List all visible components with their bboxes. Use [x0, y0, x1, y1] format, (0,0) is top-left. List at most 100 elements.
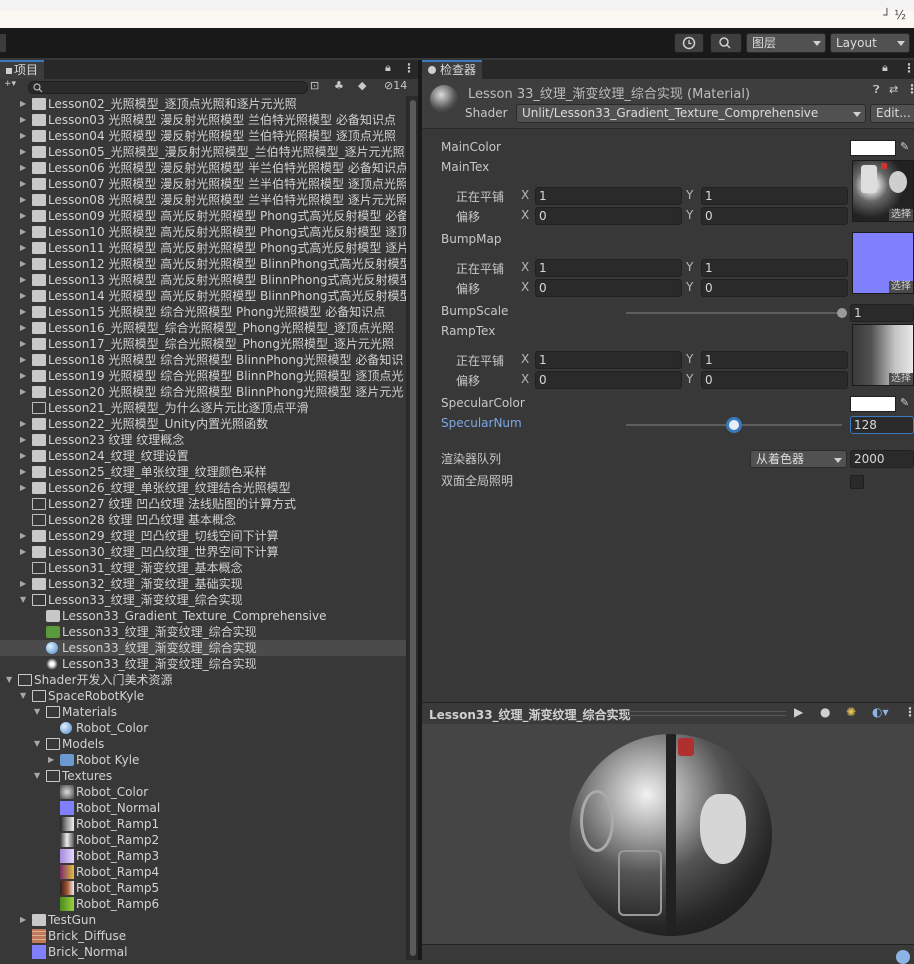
- tree-item[interactable]: ▼ Materials: [0, 704, 406, 720]
- collapsed-arrow-icon[interactable]: ▶: [20, 320, 26, 336]
- maintex-offset-y[interactable]: 0: [701, 207, 848, 225]
- bumpscale-slider-thumb[interactable]: [837, 308, 847, 318]
- tree-item[interactable]: ▶ Lesson15 光照模型 综合光照模型 Phong光照模型 必备知识点: [0, 304, 406, 320]
- project-search-input[interactable]: [28, 81, 308, 94]
- help-icon[interactable]: ❓︎: [873, 83, 880, 97]
- collapsed-arrow-icon[interactable]: ▶: [20, 352, 26, 368]
- preview-lights-icon[interactable]: ✺: [846, 705, 856, 719]
- collapsed-arrow-icon[interactable]: ▶: [20, 192, 26, 208]
- tree-item[interactable]: ▶ Lesson30_纹理_凹凸纹理_世界空间下计算: [0, 544, 406, 560]
- search-button[interactable]: [710, 33, 742, 53]
- more-menu-icon[interactable]: ⋮: [903, 61, 914, 75]
- tree-item[interactable]: ▼ Models: [0, 736, 406, 752]
- more-menu-icon[interactable]: ⋮: [403, 61, 415, 75]
- tree-item[interactable]: ▼ Lesson33_纹理_渐变纹理_综合实现: [0, 592, 406, 608]
- bumpscale-field[interactable]: 1: [850, 304, 914, 322]
- expanded-arrow-icon[interactable]: ▼: [20, 592, 26, 608]
- layout-dropdown[interactable]: Layout: [830, 33, 910, 53]
- expanded-arrow-icon[interactable]: ▼: [34, 736, 40, 752]
- ramptex-offset-x[interactable]: 0: [535, 371, 682, 389]
- maincolor-swatch[interactable]: [850, 140, 896, 156]
- bumpmap-tiling-y[interactable]: 1: [701, 259, 848, 277]
- tree-item[interactable]: ▶ Lesson10 光照模型 高光反射光照模型 Phong式高光反射模型 逐顶: [0, 224, 406, 240]
- lock-icon[interactable]: 🔒︎: [385, 61, 391, 75]
- collapsed-arrow-icon[interactable]: ▶: [20, 144, 26, 160]
- eyedropper-icon[interactable]: ✎: [900, 140, 909, 153]
- context-menu-icon[interactable]: ⋮: [906, 82, 914, 96]
- expanded-arrow-icon[interactable]: ▼: [6, 672, 12, 688]
- tree-item[interactable]: Lesson31_纹理_渐变纹理_基本概念: [0, 560, 406, 576]
- tree-item[interactable]: ▶ Lesson18 光照模型 综合光照模型 BlinnPhong光照模型 必备知…: [0, 352, 406, 368]
- tree-item[interactable]: ▶ Lesson20 光照模型 综合光照模型 BlinnPhong光照模型 逐片元…: [0, 384, 406, 400]
- select-texture-button[interactable]: 选择: [889, 209, 913, 221]
- tree-item[interactable]: Lesson33_Gradient_Texture_Comprehensive: [0, 608, 406, 624]
- collapsed-arrow-icon[interactable]: ▶: [20, 544, 26, 560]
- preview-drag-handle[interactable]: [626, 711, 786, 716]
- collapsed-arrow-icon[interactable]: ▶: [20, 576, 26, 592]
- tree-item[interactable]: ▶ Lesson19 光照模型 综合光照模型 BlinnPhong光照模型 逐顶点…: [0, 368, 406, 384]
- tree-item[interactable]: Lesson33_纹理_渐变纹理_综合实现: [0, 656, 406, 672]
- collapsed-arrow-icon[interactable]: ▶: [20, 288, 26, 304]
- label-filter-icon[interactable]: ◆: [358, 79, 366, 92]
- renderqueue-field[interactable]: 2000: [850, 450, 914, 468]
- tree-item[interactable]: ▼ Shader开发入门美术资源: [0, 672, 406, 688]
- tree-item[interactable]: Robot_Color: [0, 784, 406, 800]
- collapsed-arrow-icon[interactable]: ▶: [20, 416, 26, 432]
- bumpmap-thumbnail[interactable]: 选择: [852, 232, 914, 294]
- tree-item[interactable]: Robot_Ramp4: [0, 864, 406, 880]
- lock-icon[interactable]: 🔒︎: [882, 61, 888, 75]
- tree-item[interactable]: Robot_Color: [0, 720, 406, 736]
- tree-item[interactable]: Robot_Ramp2: [0, 832, 406, 848]
- filter-type-icon[interactable]: ♣: [334, 79, 344, 92]
- preset-icon[interactable]: ⇄: [889, 83, 898, 96]
- tab-project[interactable]: 项目: [0, 60, 45, 79]
- tree-item[interactable]: ▶ Lesson08 光照模型 漫反射光照模型 兰半伯特光照模型 逐片元光照: [0, 192, 406, 208]
- tree-item[interactable]: ▶ Lesson07 光照模型 漫反射光照模型 兰半伯特光照模型 逐顶点光照: [0, 176, 406, 192]
- tree-item[interactable]: ▶ Lesson16_光照模型_综合光照模型_Phong光照模型_逐顶点光照: [0, 320, 406, 336]
- tree-item[interactable]: ▶ Lesson13 光照模型 高光反射光照模型 BlinnPhong式高光反射模…: [0, 272, 406, 288]
- tree-item[interactable]: ▶ Lesson32_纹理_渐变纹理_基础实现: [0, 576, 406, 592]
- tree-item[interactable]: ▶ Lesson09 光照模型 高光反射光照模型 Phong式高光反射模型 必备: [0, 208, 406, 224]
- collapsed-arrow-icon[interactable]: ▶: [20, 448, 26, 464]
- tree-item[interactable]: Lesson33_纹理_渐变纹理_综合实现: [0, 624, 406, 640]
- tree-item[interactable]: ▼ SpaceRobotKyle: [0, 688, 406, 704]
- ramptex-thumbnail[interactable]: 选择: [852, 324, 914, 386]
- collapsed-arrow-icon[interactable]: ▶: [20, 128, 26, 144]
- tree-item[interactable]: Robot_Ramp6: [0, 896, 406, 912]
- tree-item[interactable]: ▶ Lesson17_光照模型_综合光照模型_Phong光照模型_逐片元光照: [0, 336, 406, 352]
- collapsed-arrow-icon[interactable]: ▶: [20, 224, 26, 240]
- expanded-arrow-icon[interactable]: ▼: [34, 704, 40, 720]
- tree-item[interactable]: ▶ TestGun: [0, 912, 406, 928]
- collapsed-arrow-icon[interactable]: ▶: [20, 336, 26, 352]
- renderqueue-dropdown[interactable]: 从着色器: [750, 450, 847, 468]
- maintex-thumbnail[interactable]: 选择: [852, 160, 914, 222]
- more-menu-icon[interactable]: ⋮: [904, 705, 914, 719]
- tree-item[interactable]: ▶ Lesson25_纹理_单张纹理_纹理颜色采样: [0, 464, 406, 480]
- history-button[interactable]: [674, 33, 704, 53]
- bumpmap-offset-y[interactable]: 0: [701, 279, 848, 297]
- collapsed-arrow-icon[interactable]: ▶: [20, 176, 26, 192]
- maintex-tiling-y[interactable]: 1: [701, 187, 848, 205]
- tree-item[interactable]: ▶ Lesson03 光照模型 漫反射光照模型 兰伯特光照模型 必备知识点: [0, 112, 406, 128]
- eyedropper-icon[interactable]: ✎: [900, 396, 909, 409]
- tree-item[interactable]: ▶ Lesson26_纹理_单张纹理_纹理结合光照模型: [0, 480, 406, 496]
- ramptex-tiling-y[interactable]: 1: [701, 351, 848, 369]
- collapsed-arrow-icon[interactable]: ▶: [20, 368, 26, 384]
- collapsed-arrow-icon[interactable]: ▶: [20, 96, 26, 112]
- tree-item[interactable]: ▶ Lesson11 光照模型 高光反射光照模型 Phong式高光反射模型 逐片: [0, 240, 406, 256]
- tree-item[interactable]: Lesson21_光照模型_为什么逐片元比逐顶点平滑: [0, 400, 406, 416]
- tree-item[interactable]: Lesson33_纹理_渐变纹理_综合实现: [0, 640, 406, 656]
- tree-item[interactable]: Robot_Ramp1: [0, 816, 406, 832]
- expanded-arrow-icon[interactable]: ▼: [20, 688, 26, 704]
- collapsed-arrow-icon[interactable]: ▶: [20, 208, 26, 224]
- tree-item[interactable]: ▶ Lesson24_纹理_纹理设置: [0, 448, 406, 464]
- tree-item[interactable]: Robot_Ramp3: [0, 848, 406, 864]
- ramptex-tiling-x[interactable]: 1: [535, 351, 682, 369]
- tree-item[interactable]: Lesson28 纹理 凹凸纹理 基本概念: [0, 512, 406, 528]
- ramptex-offset-y[interactable]: 0: [701, 371, 848, 389]
- specularnum-slider-thumb[interactable]: [726, 417, 742, 433]
- tree-item[interactable]: Lesson27 纹理 凹凸纹理 法线贴图的计算方式: [0, 496, 406, 512]
- collapsed-arrow-icon[interactable]: ▶: [20, 112, 26, 128]
- tree-item[interactable]: ▶ Robot Kyle: [0, 752, 406, 768]
- preview-settings-icon[interactable]: ◐▾: [872, 705, 889, 719]
